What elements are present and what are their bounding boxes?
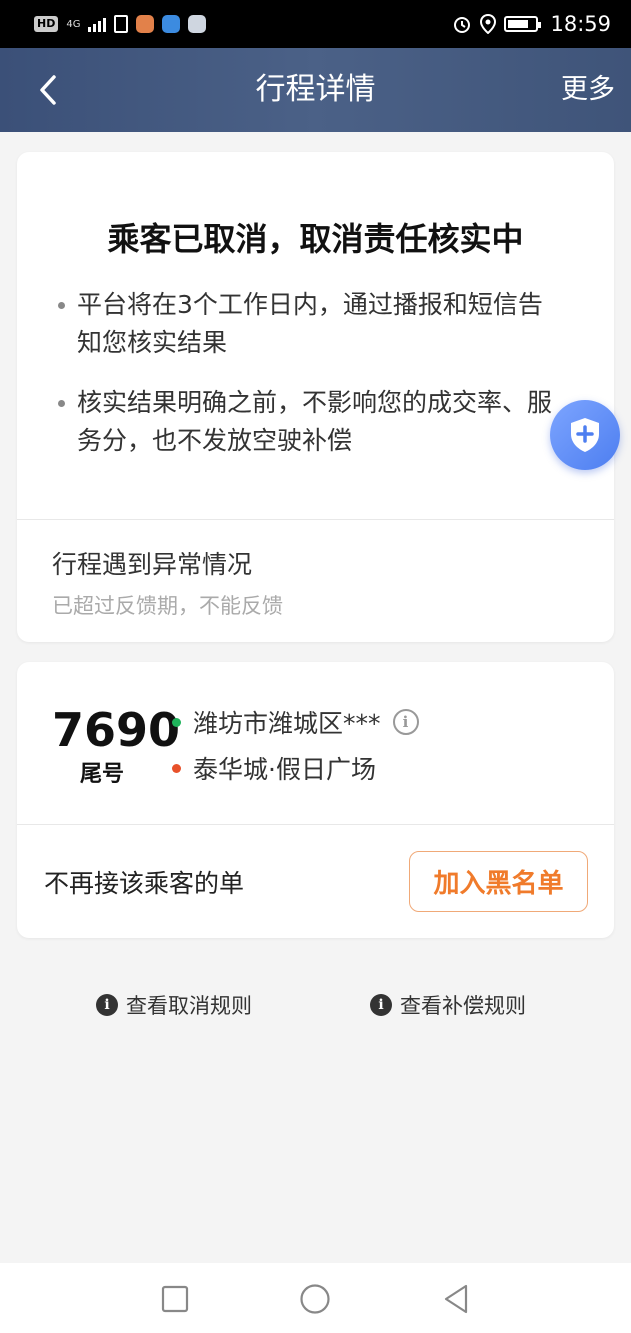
safety-shield-button[interactable] — [550, 400, 620, 470]
location-icon — [480, 14, 497, 34]
divider — [17, 519, 614, 520]
alarm-icon — [454, 17, 471, 33]
destination-address: 泰华城·假日广场 — [193, 755, 376, 784]
phone-tail-label: 尾号 — [79, 762, 124, 787]
app-header: 行程详情 更多 — [0, 48, 631, 132]
status-bar: HD 4G 18:59 — [0, 0, 631, 48]
add-to-blacklist-button[interactable]: 加入黑名单 — [409, 851, 588, 912]
destination-dot-icon — [172, 763, 181, 773]
info-icon: i — [370, 994, 392, 1016]
status-right: 18:59 — [452, 12, 611, 36]
recent-apps-button[interactable] — [159, 1283, 191, 1315]
app-notification-icon-2 — [162, 15, 181, 33]
block-passenger-label: 不再接该乘客的单 — [44, 869, 245, 898]
notice-text: 核实结果明确之前，不影响您的成交率、服务分，也不发放空驶补偿 — [77, 388, 553, 455]
notice-text: 平台将在3个工作日内，通过播报和短信告知您核实结果 — [77, 290, 543, 357]
more-button[interactable]: 更多 — [561, 48, 615, 132]
app-notification-icon — [136, 15, 155, 33]
notice-bullet: 核实结果明确之前，不影响您的成交率、服务分，也不发放空驶补偿 — [58, 384, 558, 460]
upload-icon — [114, 15, 129, 33]
hd-badge: HD — [34, 16, 59, 32]
nav-back-button[interactable] — [440, 1283, 472, 1315]
compensation-rules-label: 查看补偿规则 — [400, 994, 526, 1018]
signal-icon — [88, 16, 107, 32]
compensation-rules-link[interactable]: i 查看补偿规则 — [370, 990, 526, 1020]
status-left: HD 4G — [34, 15, 207, 33]
battery-icon — [504, 16, 542, 32]
cancellation-status-title: 乘客已取消，取消责任核实中 — [107, 220, 524, 258]
page-title: 行程详情 — [255, 72, 376, 107]
system-nav-bar — [0, 1263, 631, 1333]
cancel-rules-link[interactable]: i 查看取消规则 — [96, 990, 252, 1020]
info-icon: i — [96, 994, 118, 1016]
phone-tail-number: 7690 — [52, 703, 181, 757]
shield-plus-icon — [571, 418, 599, 452]
circle-icon — [300, 1284, 330, 1314]
info-icon[interactable]: i — [392, 709, 419, 735]
destination-row: 泰华城·假日广场 — [172, 750, 376, 786]
origin-dot-icon — [172, 717, 181, 727]
origin-row: 潍坊市潍城区*** i — [172, 704, 419, 740]
notice-bullet: 平台将在3个工作日内，通过播报和短信告知您核实结果 — [58, 286, 558, 362]
triangle-back-icon — [444, 1284, 468, 1314]
exception-report-title[interactable]: 行程遇到异常情况 — [52, 545, 252, 581]
origin-address: 潍坊市潍城区*** — [193, 709, 381, 738]
bullet-dot — [58, 400, 65, 407]
app-notification-icon-3 — [188, 15, 207, 33]
cancel-rules-label: 查看取消规则 — [126, 994, 252, 1018]
bullet-dot — [58, 302, 65, 309]
home-button[interactable] — [299, 1283, 331, 1315]
clock: 18:59 — [550, 12, 611, 36]
divider — [17, 824, 614, 825]
network-type: 4G — [66, 18, 81, 30]
square-icon — [161, 1285, 189, 1313]
exception-report-subtitle: 已超过反馈期，不能反馈 — [52, 594, 283, 618]
